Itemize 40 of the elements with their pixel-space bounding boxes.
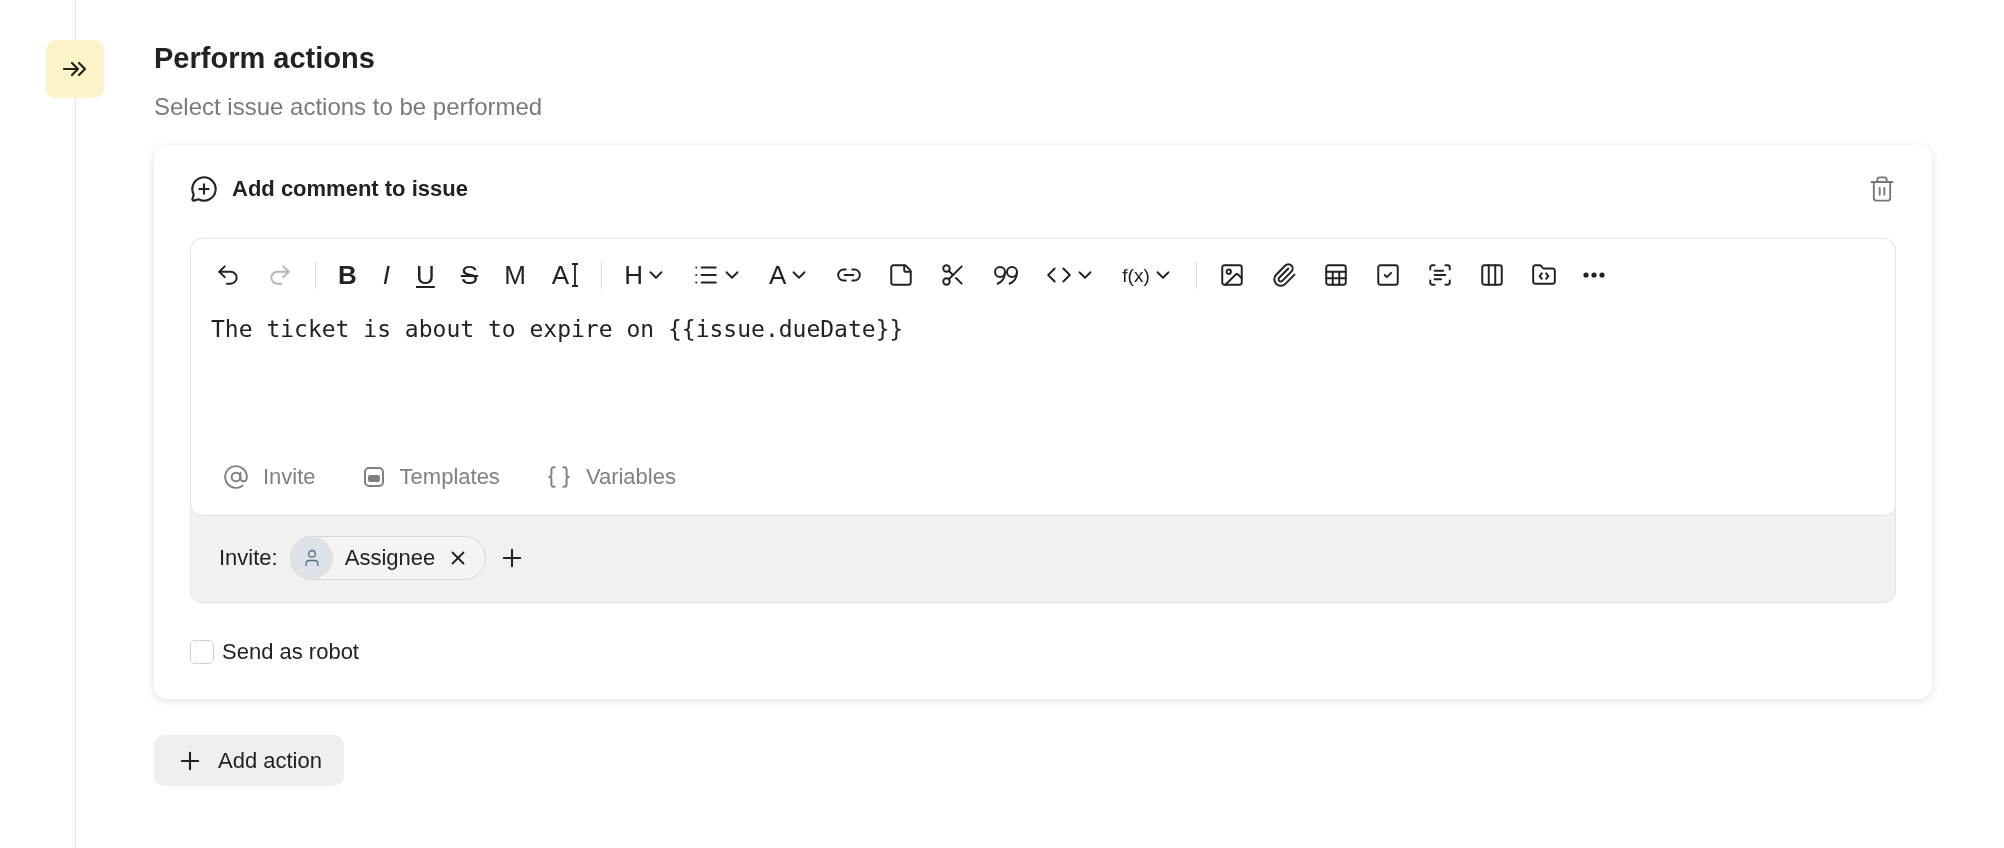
italic-button[interactable]: I [378, 257, 394, 293]
invite-button[interactable]: Invite [223, 464, 316, 490]
invite-label: Invite: [219, 545, 278, 571]
columns-icon [1478, 262, 1505, 288]
invitee-name: Assignee [344, 545, 436, 571]
code-folder-icon [1530, 262, 1557, 288]
heading-button[interactable]: H [620, 257, 671, 293]
arrow-right-icon [62, 59, 88, 79]
image-icon [1218, 262, 1245, 288]
bold-button[interactable]: B [334, 257, 361, 293]
table-icon [1322, 262, 1349, 288]
section-title: Perform actions [154, 42, 376, 75]
delete-button[interactable] [1868, 175, 1896, 203]
strike-button[interactable]: S [456, 257, 483, 293]
redo-icon [267, 262, 293, 288]
comment-add-icon [190, 175, 218, 203]
robot-checkbox[interactable] [190, 640, 214, 664]
action-title: Add comment to issue [232, 176, 469, 202]
mono-button[interactable]: M [500, 257, 530, 293]
braces-icon [545, 464, 572, 490]
more-icon [1582, 272, 1605, 278]
paperclip-icon [1270, 262, 1297, 288]
note-icon [888, 262, 915, 288]
scan-text-icon [1426, 262, 1453, 288]
at-icon [223, 464, 249, 490]
text-cursor-icon [571, 262, 580, 288]
templates-button[interactable]: Templates [361, 464, 500, 490]
variables-button[interactable]: Variables [545, 464, 676, 490]
comment-text[interactable]: The ticket is about to expire on {{issue.dueDate}} [211, 316, 1875, 458]
add-action-button[interactable]: Add action [154, 735, 344, 786]
typograf-button[interactable]: A [547, 257, 584, 293]
color-button[interactable]: A [764, 257, 815, 293]
checkbox-label: Send as robot [222, 639, 359, 665]
formula-button[interactable]: f(x) [1118, 257, 1178, 293]
trash-icon [1868, 175, 1896, 203]
section-subtitle: Select issue actions to be performed [154, 93, 544, 121]
checkbox-icon [1374, 262, 1401, 288]
undo-icon [215, 262, 241, 288]
underline-button[interactable]: U [412, 257, 439, 293]
template-icon [361, 465, 386, 489]
